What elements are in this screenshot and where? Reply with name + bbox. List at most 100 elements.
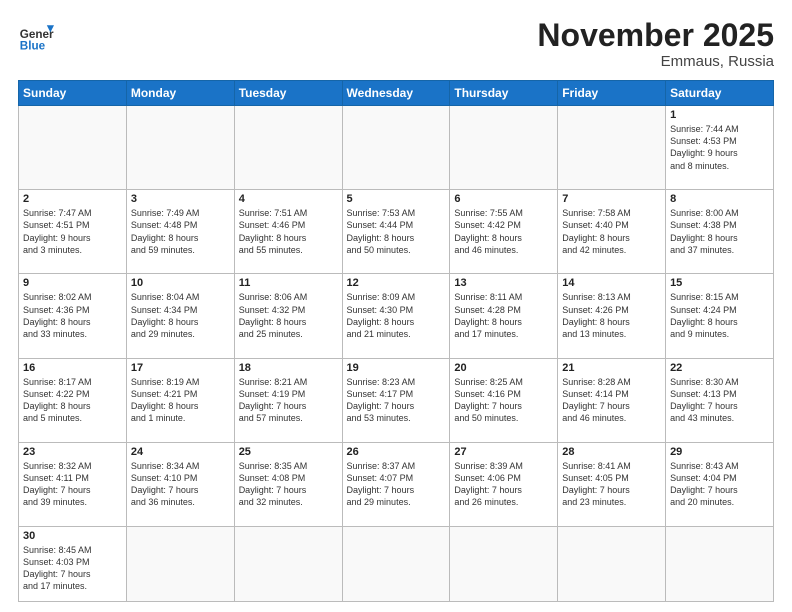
day-number: 18 — [239, 362, 338, 374]
day-number: 16 — [23, 362, 122, 374]
header: General Blue November 2025 Emmaus, Russi… — [18, 18, 774, 70]
day-number: 30 — [23, 530, 122, 542]
day-header-thursday: Thursday — [450, 81, 558, 106]
calendar-cell: 24Sunrise: 8:34 AMSunset: 4:10 PMDayligh… — [126, 442, 234, 526]
day-info: Sunrise: 8:15 AMSunset: 4:24 PMDaylight:… — [670, 291, 769, 340]
day-info: Sunrise: 8:34 AMSunset: 4:10 PMDaylight:… — [131, 460, 230, 509]
day-number: 28 — [562, 446, 661, 458]
day-info: Sunrise: 8:43 AMSunset: 4:04 PMDaylight:… — [670, 460, 769, 509]
calendar-table: SundayMondayTuesdayWednesdayThursdayFrid… — [18, 80, 774, 602]
calendar-cell: 13 Sunrise: 8:11 AMSunset: 4:28 PMDayligh… — [450, 274, 558, 358]
day-info: Sunrise: 8:23 AMSunset: 4:17 PMDaylight:… — [347, 376, 446, 425]
day-number: 27 — [454, 446, 553, 458]
calendar-cell: 17 Sunrise: 8:19 AMSunset: 4:21 PMDayligh… — [126, 358, 234, 442]
day-number: 23 — [23, 446, 122, 458]
day-info: Sunrise: 8:37 AMSunset: 4:07 PMDaylight:… — [347, 460, 446, 509]
day-info: Sunrise: 8:35 AMSunset: 4:08 PMDaylight:… — [239, 460, 338, 509]
calendar-cell — [342, 106, 450, 190]
day-info: Sunrise: 8:45 AMSunset: 4:03 PMDaylight:… — [23, 544, 122, 593]
day-number: 7 — [562, 193, 661, 205]
svg-text:Blue: Blue — [20, 40, 46, 53]
calendar-cell: 25 Sunrise: 8:35 AMSunset: 4:08 PMDayligh… — [234, 442, 342, 526]
day-headers-row: SundayMondayTuesdayWednesdayThursdayFrid… — [19, 81, 774, 106]
day-info: Sunrise: 8:09 AMSunset: 4:30 PMDaylight:… — [347, 291, 446, 340]
calendar-cell: 21Sunrise: 8:28 AMSunset: 4:14 PMDayligh… — [558, 358, 666, 442]
day-number: 6 — [454, 193, 553, 205]
day-info: Sunrise: 8:19 AMSunset: 4:21 PMDaylight:… — [131, 376, 230, 425]
calendar-cell: 8 Sunrise: 8:00 AMSunset: 4:38 PMDaylight… — [666, 190, 774, 274]
calendar-cell: 15 Sunrise: 8:15 AMSunset: 4:24 PMDayligh… — [666, 274, 774, 358]
calendar-cell: 20Sunrise: 8:25 AMSunset: 4:16 PMDayligh… — [450, 358, 558, 442]
day-number: 17 — [131, 362, 230, 374]
day-info: Sunrise: 8:21 AMSunset: 4:19 PMDaylight:… — [239, 376, 338, 425]
day-info: Sunrise: 8:32 AMSunset: 4:11 PMDaylight:… — [23, 460, 122, 509]
day-info: Sunrise: 8:39 AMSunset: 4:06 PMDaylight:… — [454, 460, 553, 509]
calendar-cell — [558, 526, 666, 601]
week-row-5: 30 Sunrise: 8:45 AMSunset: 4:03 PMDayligh… — [19, 526, 774, 601]
calendar-cell: 1Sunrise: 7:44 AMSunset: 4:53 PMDaylight… — [666, 106, 774, 190]
calendar-cell: 6 Sunrise: 7:55 AMSunset: 4:42 PMDaylight… — [450, 190, 558, 274]
calendar-cell — [450, 526, 558, 601]
day-number: 9 — [23, 277, 122, 289]
calendar-cell: 4 Sunrise: 7:51 AMSunset: 4:46 PMDaylight… — [234, 190, 342, 274]
day-info: Sunrise: 8:00 AMSunset: 4:38 PMDaylight:… — [670, 207, 769, 256]
calendar-cell: 11Sunrise: 8:06 AMSunset: 4:32 PMDayligh… — [234, 274, 342, 358]
day-info: Sunrise: 7:55 AMSunset: 4:42 PMDaylight:… — [454, 207, 553, 256]
calendar-cell: 9Sunrise: 8:02 AMSunset: 4:36 PMDaylight… — [19, 274, 127, 358]
day-number: 4 — [239, 193, 338, 205]
day-info: Sunrise: 7:58 AMSunset: 4:40 PMDaylight:… — [562, 207, 661, 256]
day-info: Sunrise: 7:51 AMSunset: 4:46 PMDaylight:… — [239, 207, 338, 256]
day-header-wednesday: Wednesday — [342, 81, 450, 106]
calendar-cell — [234, 526, 342, 601]
location: Emmaus, Russia — [537, 53, 774, 70]
day-number: 15 — [670, 277, 769, 289]
day-info: Sunrise: 8:41 AMSunset: 4:05 PMDaylight:… — [562, 460, 661, 509]
calendar-cell: 12 Sunrise: 8:09 AMSunset: 4:30 PMDayligh… — [342, 274, 450, 358]
calendar-cell — [234, 106, 342, 190]
day-number: 2 — [23, 193, 122, 205]
day-number: 22 — [670, 362, 769, 374]
day-number: 25 — [239, 446, 338, 458]
day-number: 5 — [347, 193, 446, 205]
day-number: 13 — [454, 277, 553, 289]
day-info: Sunrise: 7:44 AMSunset: 4:53 PMDaylight:… — [670, 123, 769, 172]
day-info: Sunrise: 8:13 AMSunset: 4:26 PMDaylight:… — [562, 291, 661, 340]
day-number: 19 — [347, 362, 446, 374]
logo-icon: General Blue — [18, 18, 54, 54]
calendar-cell: 19 Sunrise: 8:23 AMSunset: 4:17 PMDayligh… — [342, 358, 450, 442]
day-info: Sunrise: 8:04 AMSunset: 4:34 PMDaylight:… — [131, 291, 230, 340]
calendar-cell: 30 Sunrise: 8:45 AMSunset: 4:03 PMDayligh… — [19, 526, 127, 601]
day-number: 29 — [670, 446, 769, 458]
calendar-cell — [342, 526, 450, 601]
day-number: 8 — [670, 193, 769, 205]
day-number: 3 — [131, 193, 230, 205]
calendar-cell — [126, 526, 234, 601]
day-number: 26 — [347, 446, 446, 458]
week-row-0: 1Sunrise: 7:44 AMSunset: 4:53 PMDaylight… — [19, 106, 774, 190]
day-header-friday: Friday — [558, 81, 666, 106]
week-row-2: 9Sunrise: 8:02 AMSunset: 4:36 PMDaylight… — [19, 274, 774, 358]
calendar-cell: 7 Sunrise: 7:58 AMSunset: 4:40 PMDaylight… — [558, 190, 666, 274]
day-info: Sunrise: 7:49 AMSunset: 4:48 PMDaylight:… — [131, 207, 230, 256]
month-title: November 2025 — [537, 18, 774, 53]
calendar-cell: 27 Sunrise: 8:39 AMSunset: 4:06 PMDayligh… — [450, 442, 558, 526]
calendar-cell: 26 Sunrise: 8:37 AMSunset: 4:07 PMDayligh… — [342, 442, 450, 526]
calendar-cell: 3 Sunrise: 7:49 AMSunset: 4:48 PMDaylight… — [126, 190, 234, 274]
day-header-saturday: Saturday — [666, 81, 774, 106]
title-block: November 2025 Emmaus, Russia — [537, 18, 774, 70]
day-header-tuesday: Tuesday — [234, 81, 342, 106]
day-info: Sunrise: 8:11 AMSunset: 4:28 PMDaylight:… — [454, 291, 553, 340]
day-number: 10 — [131, 277, 230, 289]
day-number: 12 — [347, 277, 446, 289]
day-info: Sunrise: 7:53 AMSunset: 4:44 PMDaylight:… — [347, 207, 446, 256]
calendar-cell: 14Sunrise: 8:13 AMSunset: 4:26 PMDayligh… — [558, 274, 666, 358]
week-row-4: 23 Sunrise: 8:32 AMSunset: 4:11 PMDayligh… — [19, 442, 774, 526]
day-info: Sunrise: 8:28 AMSunset: 4:14 PMDaylight:… — [562, 376, 661, 425]
calendar-cell — [558, 106, 666, 190]
day-info: Sunrise: 8:30 AMSunset: 4:13 PMDaylight:… — [670, 376, 769, 425]
day-info: Sunrise: 7:47 AMSunset: 4:51 PMDaylight:… — [23, 207, 122, 256]
calendar-cell — [450, 106, 558, 190]
day-number: 11 — [239, 277, 338, 289]
week-row-3: 16Sunrise: 8:17 AMSunset: 4:22 PMDayligh… — [19, 358, 774, 442]
logo: General Blue — [18, 18, 54, 54]
